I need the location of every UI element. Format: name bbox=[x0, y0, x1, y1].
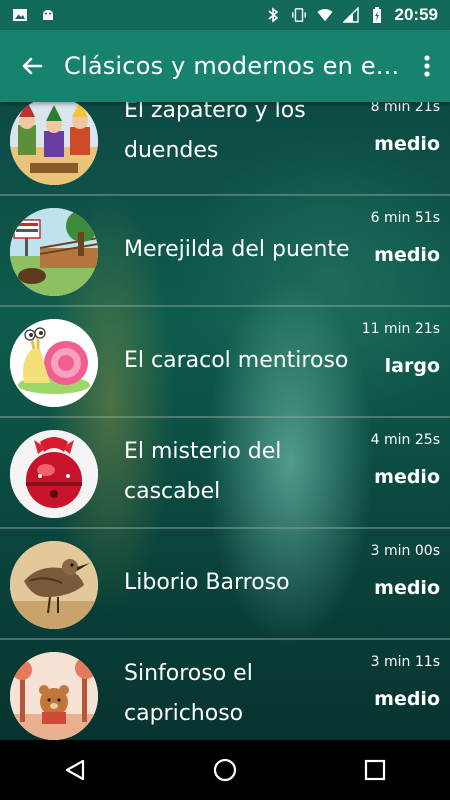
story-duration: 3 min 00s bbox=[370, 543, 440, 559]
story-row[interactable]: Sinforoso el caprichoso 3 min 11s medio bbox=[0, 640, 450, 740]
story-title-line: Sinforoso el bbox=[124, 661, 253, 686]
nav-recents-button[interactable] bbox=[345, 740, 405, 800]
story-title-line: Merejilda del puente bbox=[124, 237, 350, 262]
story-title-line: caprichoso bbox=[124, 701, 244, 726]
story-row[interactable]: El misterio del cascabel 4 min 25s medio bbox=[0, 418, 450, 529]
overflow-menu-button[interactable] bbox=[404, 30, 450, 102]
vibrate-icon bbox=[291, 7, 307, 23]
story-level: medio bbox=[374, 688, 440, 710]
story-title: El zapatero y los duendes bbox=[124, 102, 354, 171]
battery-icon bbox=[369, 7, 385, 23]
story-row[interactable]: El zapatero y los duendes 8 min 21s medi… bbox=[0, 102, 450, 196]
status-bar: 20:59 bbox=[0, 0, 450, 30]
bluetooth-icon bbox=[265, 7, 281, 23]
nav-home-icon bbox=[213, 758, 237, 782]
nav-back-icon bbox=[65, 759, 85, 781]
story-thumbnail bbox=[10, 102, 98, 185]
nav-back-button[interactable] bbox=[45, 740, 105, 800]
story-thumbnail bbox=[10, 541, 98, 629]
story-row[interactable]: Liborio Barroso 3 min 00s medio bbox=[0, 529, 450, 640]
story-title-line: duendes bbox=[124, 138, 219, 163]
arrow-back-icon bbox=[22, 57, 43, 75]
back-button[interactable] bbox=[0, 30, 64, 102]
story-title: El caracol mentiroso bbox=[124, 341, 354, 381]
story-duration: 11 min 21s bbox=[361, 321, 440, 337]
wifi-icon bbox=[316, 7, 333, 23]
story-thumbnail bbox=[10, 319, 98, 407]
page-title: Clásicos y modernos en e... bbox=[64, 52, 400, 80]
story-title-line: El caracol mentiroso bbox=[124, 348, 349, 373]
story-title: El misterio del cascabel bbox=[124, 432, 354, 512]
story-list[interactable]: El zapatero y los duendes 8 min 21s medi… bbox=[0, 102, 450, 740]
story-title-line: cascabel bbox=[124, 479, 221, 504]
story-duration: 4 min 25s bbox=[370, 432, 440, 448]
story-duration: 6 min 51s bbox=[370, 210, 440, 226]
story-title-line: El misterio del bbox=[124, 439, 282, 464]
story-title: Merejilda del puente bbox=[124, 230, 354, 270]
story-thumbnail bbox=[10, 430, 98, 518]
story-thumbnail bbox=[10, 208, 98, 296]
story-thumbnail bbox=[10, 652, 98, 740]
story-title-line: Liborio Barroso bbox=[124, 570, 290, 595]
story-level: medio bbox=[374, 577, 440, 599]
signal-icon bbox=[342, 7, 359, 23]
image-icon bbox=[12, 7, 28, 23]
android-icon bbox=[40, 7, 56, 23]
story-level: medio bbox=[374, 133, 440, 155]
story-row[interactable]: Merejilda del puente 6 min 51s medio bbox=[0, 196, 450, 307]
status-time: 20:59 bbox=[394, 5, 438, 24]
story-title: Liborio Barroso bbox=[124, 563, 354, 603]
story-title: Sinforoso el caprichoso bbox=[124, 654, 354, 734]
navigation-bar bbox=[0, 740, 450, 800]
story-level: largo bbox=[384, 355, 440, 377]
nav-recents-icon bbox=[364, 759, 386, 781]
app-bar: Clásicos y modernos en e... bbox=[0, 30, 450, 102]
more-vert-icon bbox=[424, 55, 430, 77]
story-level: medio bbox=[374, 466, 440, 488]
story-level: medio bbox=[374, 244, 440, 266]
story-row[interactable]: El caracol mentiroso 11 min 21s largo bbox=[0, 307, 450, 418]
story-duration: 8 min 21s bbox=[370, 102, 440, 115]
story-duration: 3 min 11s bbox=[370, 654, 440, 670]
nav-home-button[interactable] bbox=[195, 740, 255, 800]
story-title-line: El zapatero y los bbox=[124, 102, 306, 123]
